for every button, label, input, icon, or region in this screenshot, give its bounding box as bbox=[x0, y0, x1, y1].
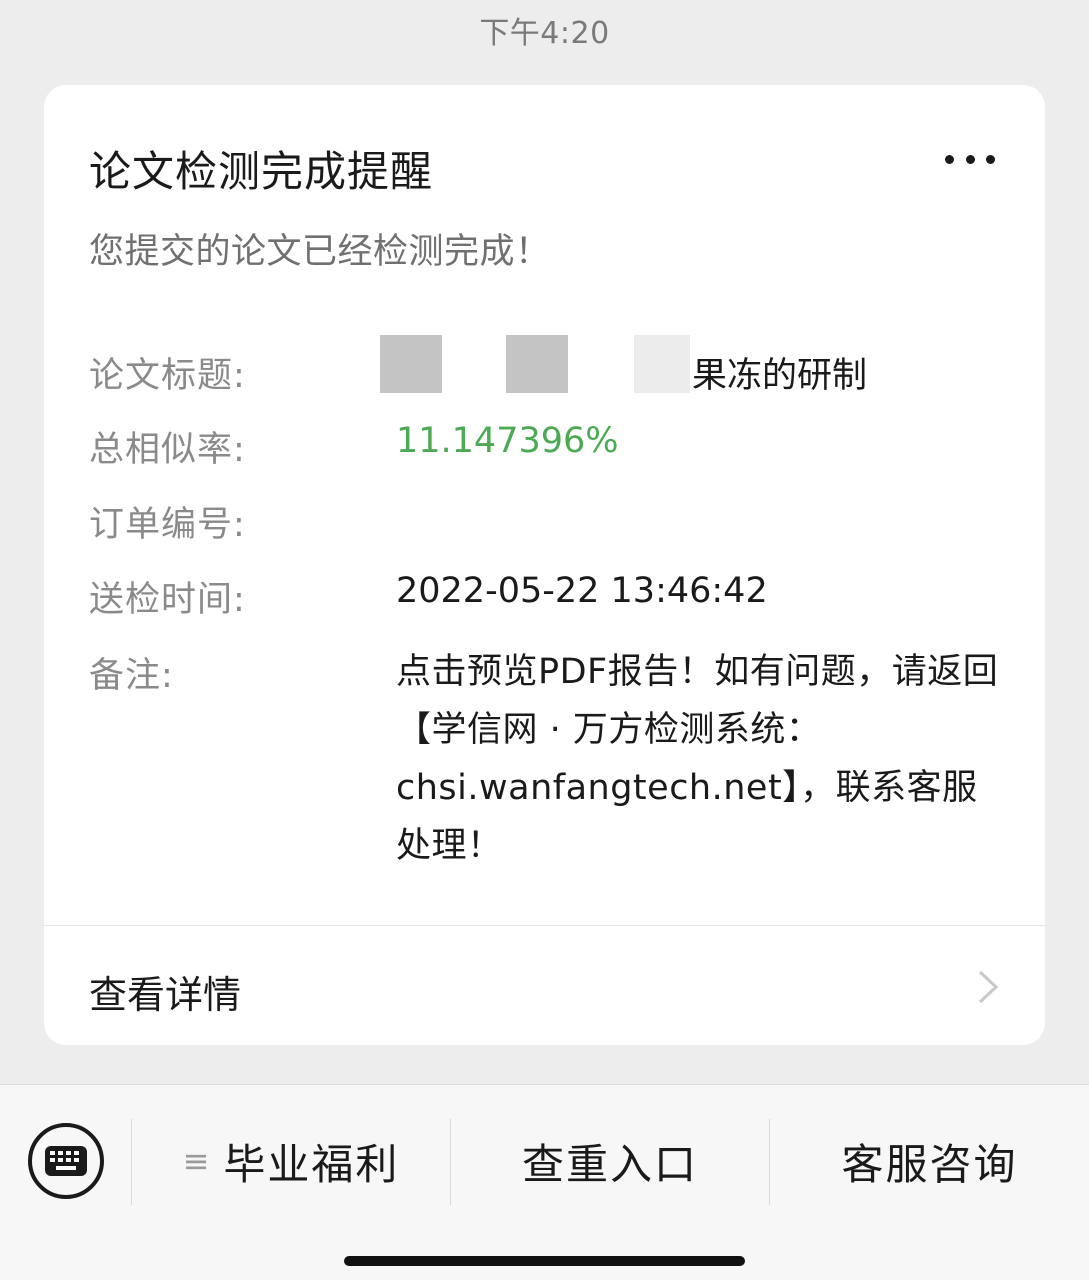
keyboard-icon[interactable] bbox=[28, 1123, 104, 1199]
paper-title-value: 果冻的研制 bbox=[692, 356, 868, 396]
similarity-label: 总相似率: bbox=[89, 430, 246, 470]
menu-check-entry[interactable]: 查重入口 bbox=[451, 1123, 769, 1199]
menu-item-label: 查重入口 bbox=[521, 1139, 698, 1189]
menu-graduation-benefits[interactable]: ≡ 毕业福利 bbox=[132, 1123, 450, 1199]
redacted-block bbox=[506, 335, 568, 393]
card-title: 论文检测完成提醒 bbox=[89, 147, 434, 196]
status-bar-time: 下午4:20 bbox=[479, 16, 610, 51]
paper-title-label: 论文标题: bbox=[89, 356, 246, 396]
order-number-label: 订单编号: bbox=[89, 505, 246, 545]
view-details-label: 查看详情 bbox=[89, 973, 242, 1017]
bottom-menu-bar: ≡ 毕业福利 查重入口 客服咨询 bbox=[0, 1084, 1089, 1280]
more-dots-icon[interactable] bbox=[945, 153, 995, 165]
chevron-right-icon bbox=[978, 970, 999, 1004]
home-indicator[interactable] bbox=[344, 1256, 745, 1266]
remark-label: 备注: bbox=[89, 656, 174, 696]
card-subtitle: 您提交的论文已经检测完成！ bbox=[89, 232, 551, 272]
submit-time-value: 2022-05-22 13:46:42 bbox=[396, 571, 768, 611]
redacted-block bbox=[380, 335, 442, 393]
redacted-block bbox=[634, 335, 690, 393]
menu-item-label: 毕业福利 bbox=[223, 1139, 400, 1189]
notification-card: 论文检测完成提醒 您提交的论文已经检测完成！ 论文标题: 果冻的研制 总相似率:… bbox=[44, 85, 1045, 1045]
submit-time-label: 送检时间: bbox=[89, 580, 246, 620]
remark-value: 点击预览PDF报告！如有问题，请返回【学信网 · 万方检测系统：chsi.wan… bbox=[396, 652, 999, 866]
menu-item-label: 客服咨询 bbox=[841, 1139, 1018, 1189]
menu-lines-icon: ≡ bbox=[182, 1142, 210, 1180]
view-details-button[interactable]: 查看详情 bbox=[44, 926, 1045, 1045]
menu-customer-service[interactable]: 客服咨询 bbox=[770, 1123, 1089, 1199]
similarity-value: 11.147396% bbox=[396, 421, 619, 461]
